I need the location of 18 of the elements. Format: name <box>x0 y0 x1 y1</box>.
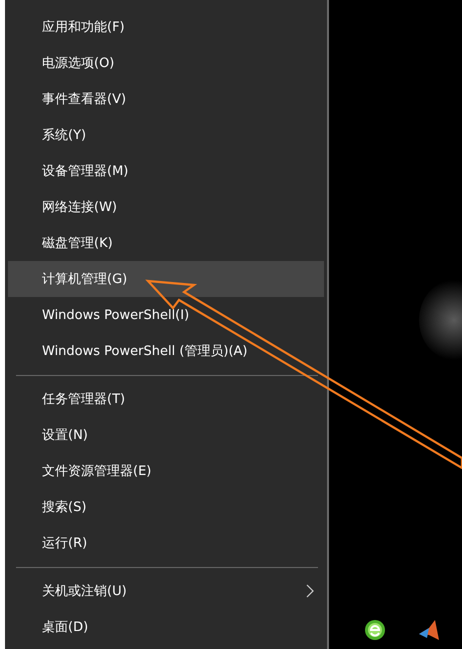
menu-item[interactable]: Windows PowerShell(I) <box>8 297 324 333</box>
menu-item[interactable]: Windows PowerShell (管理员)(A) <box>8 333 324 369</box>
menu-item[interactable]: 系统(Y) <box>8 117 324 153</box>
menu-item[interactable]: 电源选项(O) <box>8 45 324 81</box>
menu-item[interactable]: 设备管理器(M) <box>8 153 324 189</box>
menu-item[interactable]: 计算机管理(G) <box>8 261 324 297</box>
menu-item[interactable]: 任务管理器(T) <box>8 381 324 417</box>
menu-item[interactable]: 文件资源管理器(E) <box>8 453 324 489</box>
peak-icon[interactable] <box>417 618 441 642</box>
menu-item[interactable]: 桌面(D) <box>8 609 324 645</box>
menu-item[interactable]: 运行(R) <box>8 525 324 561</box>
menu-item[interactable]: 事件查看器(V) <box>8 81 324 117</box>
menu-item[interactable]: 磁盘管理(K) <box>8 225 324 261</box>
menu-item[interactable]: 关机或注销(U) <box>8 573 324 609</box>
menu-item[interactable]: 应用和功能(F) <box>8 9 324 45</box>
menu-item[interactable]: 网络连接(W) <box>8 189 324 225</box>
menu-item[interactable]: 设置(N) <box>8 417 324 453</box>
menu-item[interactable]: 搜索(S) <box>8 489 324 525</box>
